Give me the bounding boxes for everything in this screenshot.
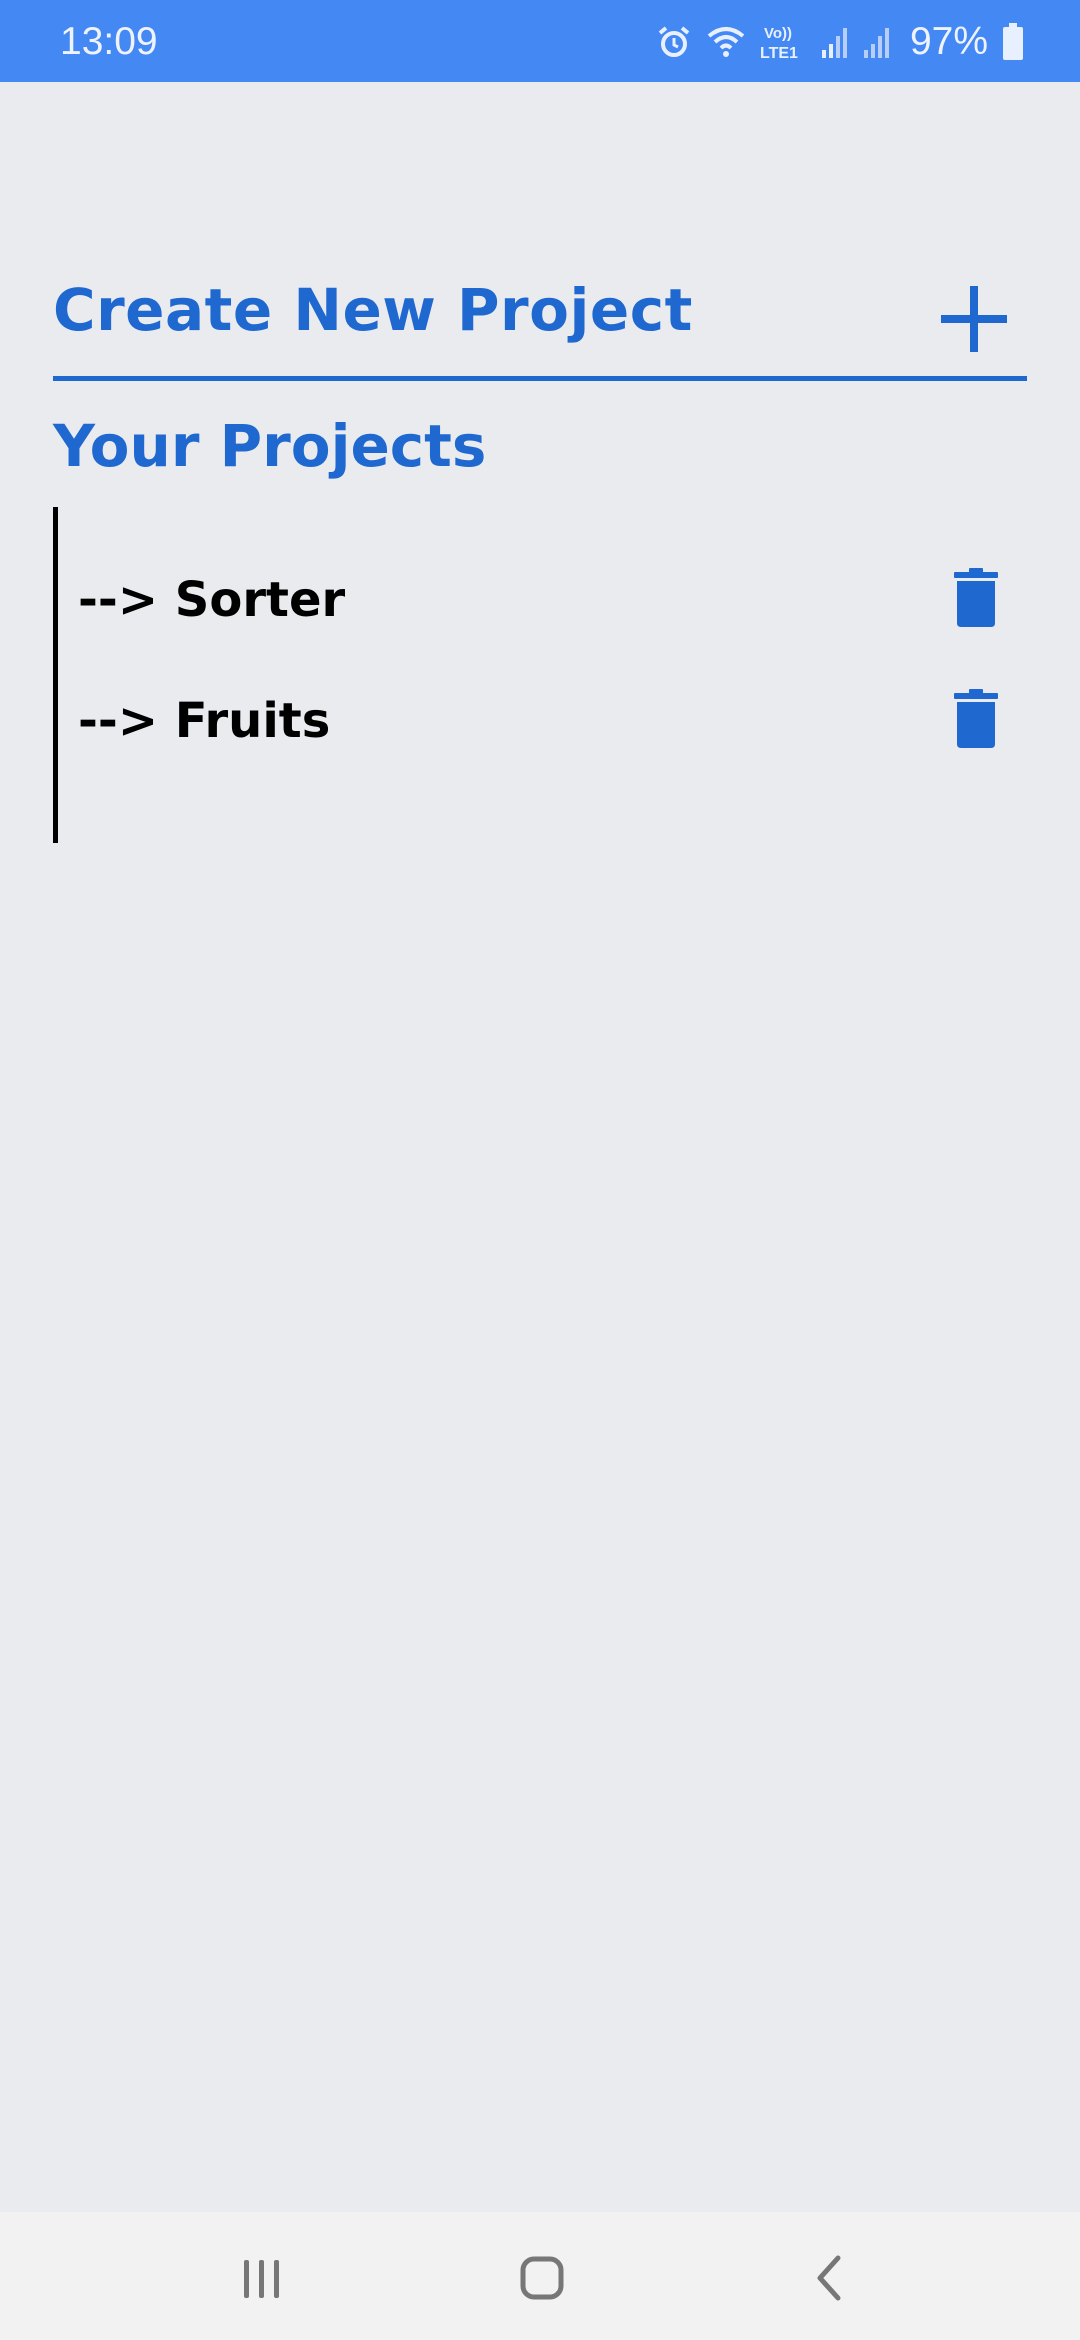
status-bar: 13:09 Vo)) LTE1 97%	[0, 0, 1080, 82]
trash-icon	[954, 568, 998, 627]
battery-icon	[1003, 23, 1023, 60]
create-project-label[interactable]: Create New Project	[53, 276, 693, 344]
home-button[interactable]	[512, 2252, 572, 2304]
delete-project-button[interactable]	[954, 689, 998, 749]
trash-icon	[954, 689, 998, 748]
project-link-fruits[interactable]: --> Fruits	[78, 693, 330, 749]
recents-button[interactable]	[232, 2252, 292, 2304]
network-label-top: Vo))	[764, 25, 792, 42]
battery-percent: 97%	[909, 20, 988, 63]
delete-project-button[interactable]	[954, 568, 998, 628]
wifi-icon	[707, 27, 745, 57]
status-time: 13:09	[60, 20, 158, 63]
projects-heading: Your Projects	[53, 412, 487, 480]
list-item: --> Sorter	[78, 564, 1018, 644]
create-project-row: Create New Project	[53, 262, 1027, 378]
status-icons: Vo)) LTE1 97%	[656, 18, 1024, 66]
signal-icon	[863, 28, 889, 58]
plus-icon	[941, 286, 1007, 352]
list-item: --> Fruits	[78, 685, 1018, 765]
signal-icon	[821, 28, 847, 58]
navigation-bar	[0, 2212, 1080, 2340]
divider	[53, 376, 1027, 381]
add-project-button[interactable]	[941, 286, 1007, 352]
back-button[interactable]	[800, 2252, 860, 2304]
network-label-bottom: LTE1	[760, 45, 798, 62]
home-icon	[520, 2256, 564, 2300]
volte-icon: Vo)) LTE1	[760, 25, 798, 62]
back-icon	[817, 2255, 841, 2301]
projects-list: --> Sorter --> Fruits	[53, 507, 1018, 843]
project-link-sorter[interactable]: --> Sorter	[78, 572, 345, 628]
recents-icon	[244, 2260, 279, 2298]
alarm-icon	[658, 26, 690, 57]
